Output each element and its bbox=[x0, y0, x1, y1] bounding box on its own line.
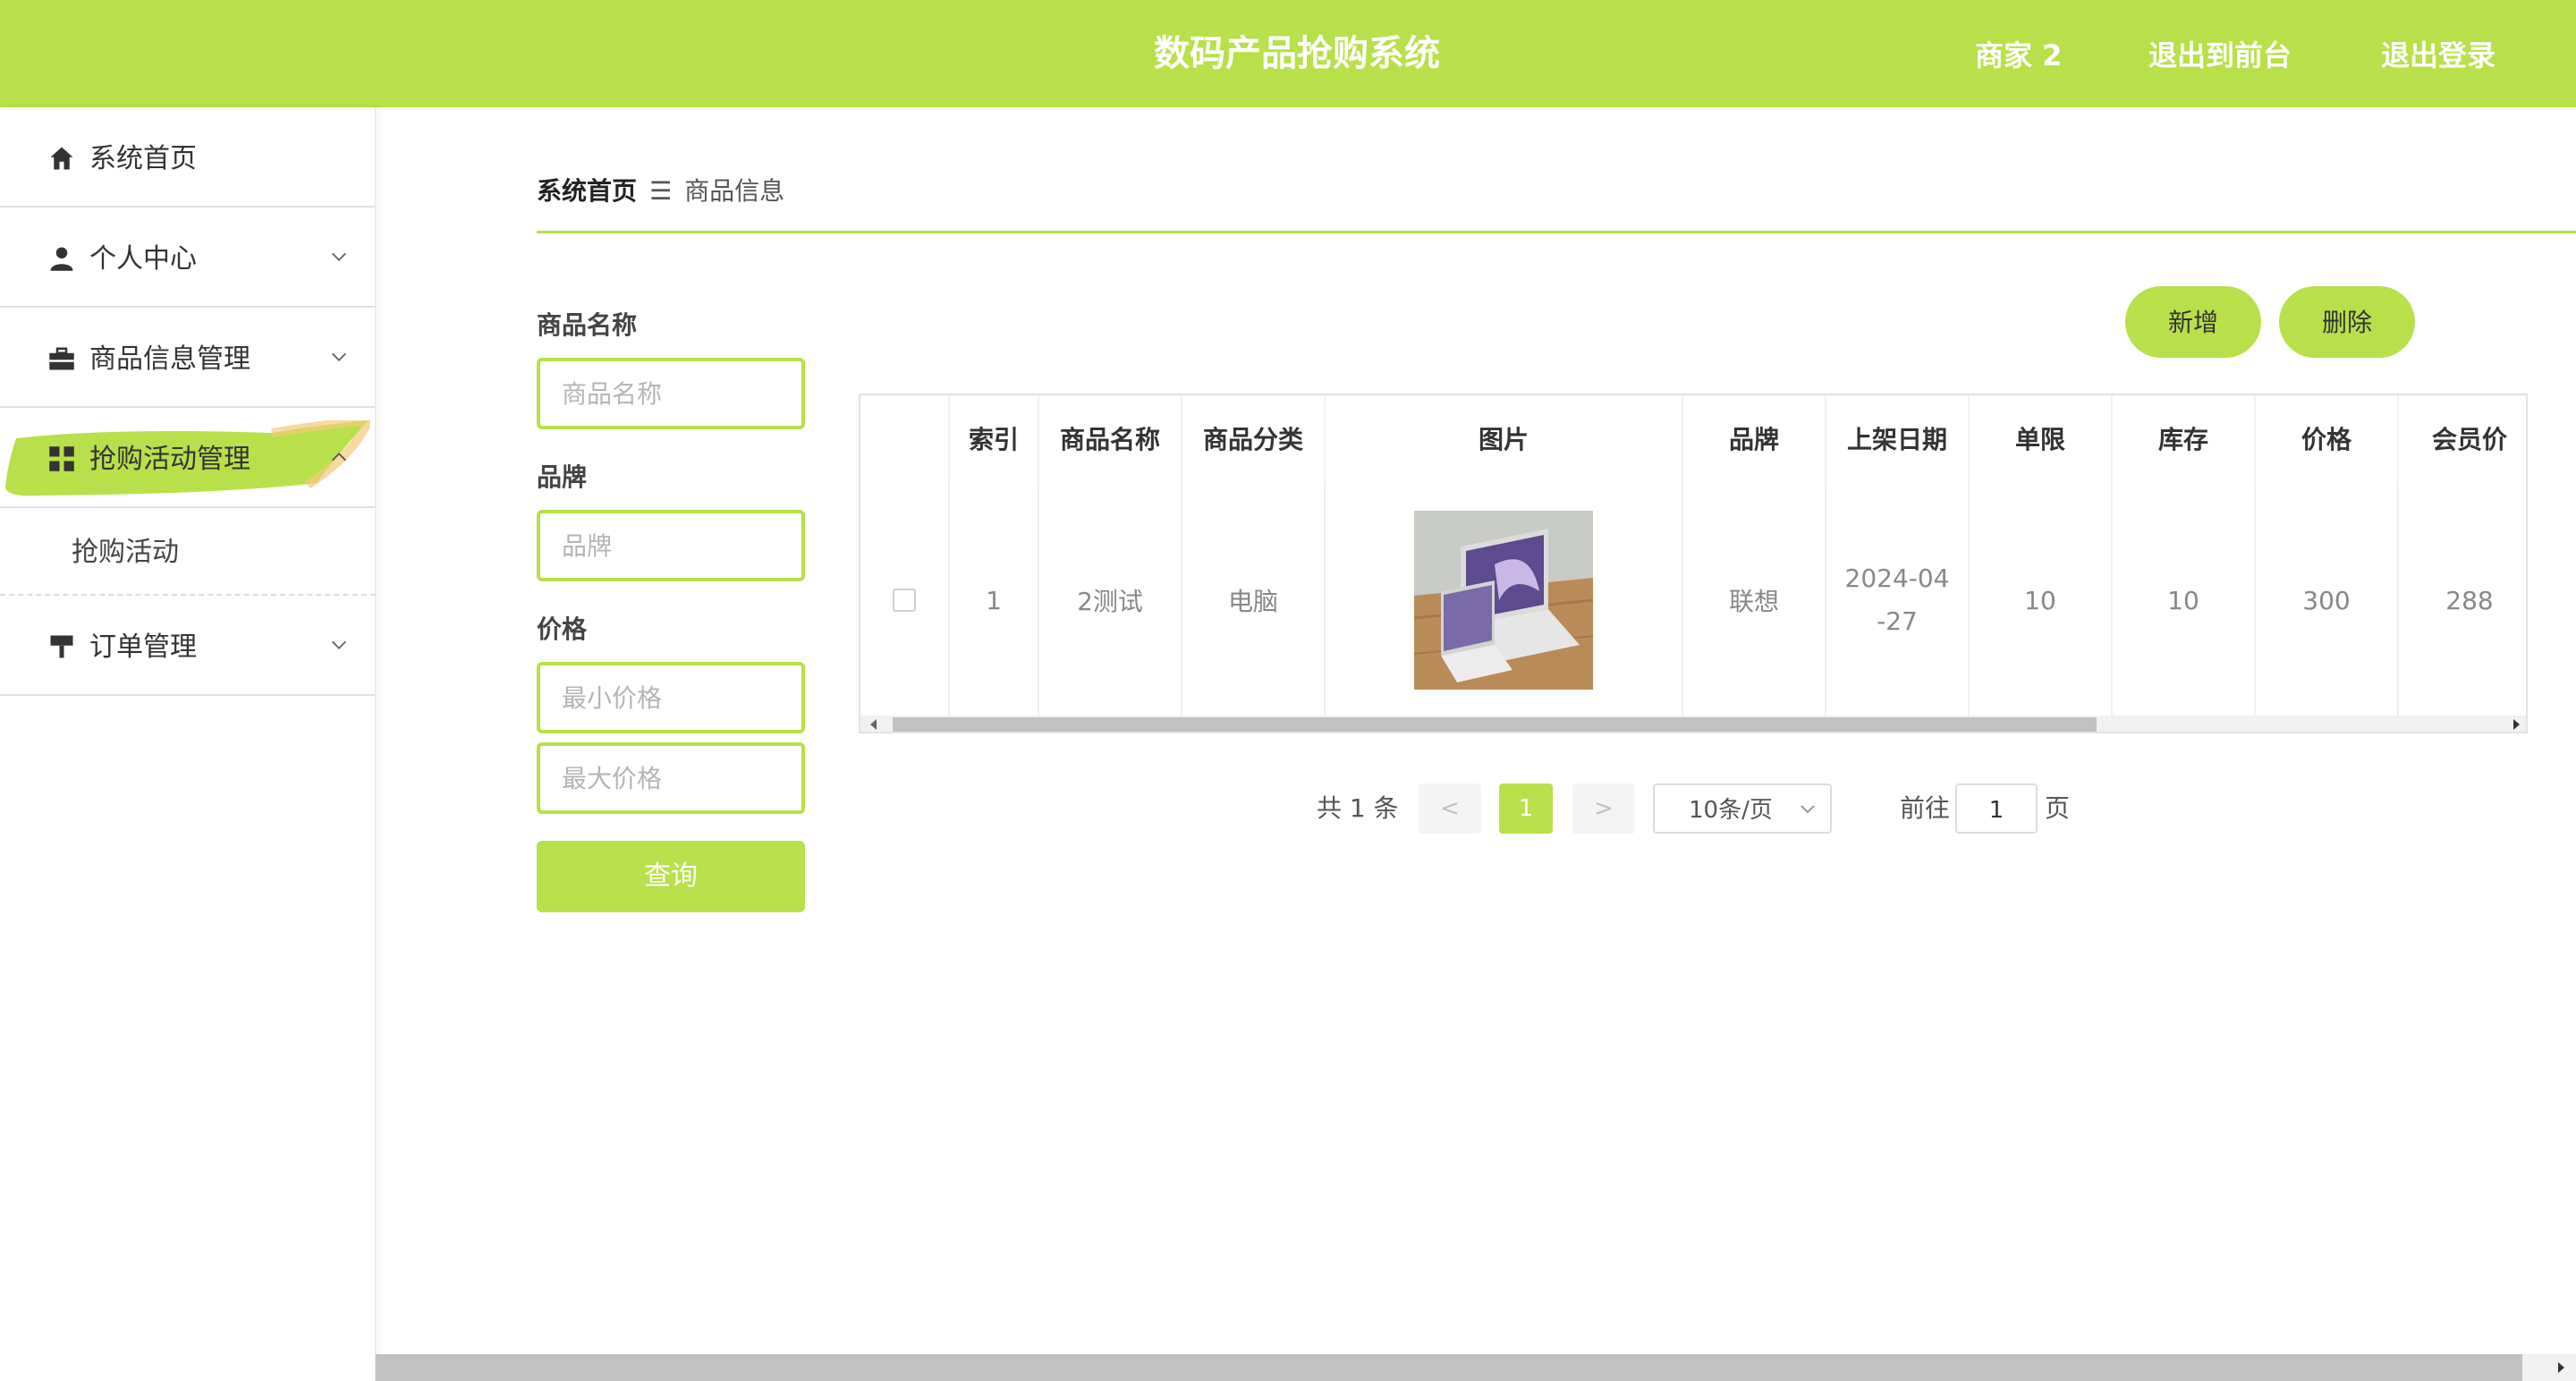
sidebar-item-home[interactable]: 系统首页 bbox=[0, 107, 376, 208]
exit-to-front-link[interactable]: 退出到前台 bbox=[2148, 0, 2292, 107]
product-name-label: 商品名称 bbox=[537, 310, 638, 340]
cell-image bbox=[1326, 483, 1683, 717]
date-line: 2024-04 bbox=[1844, 563, 1950, 593]
row-select-cell bbox=[860, 483, 950, 717]
product-name-input[interactable] bbox=[537, 358, 805, 429]
page-number-button[interactable]: 1 bbox=[1499, 784, 1553, 834]
cell-brand: 联想 bbox=[1683, 483, 1826, 717]
sidebar-item-personal[interactable]: 个人中心 bbox=[0, 208, 376, 308]
page-horizontal-scrollbar[interactable] bbox=[376, 1354, 2576, 1381]
cell-limit: 10 bbox=[1970, 483, 2113, 717]
select-all-cell bbox=[860, 395, 950, 483]
sidebar: 系统首页 个人中心 商品信息管理 抢购活动管理 抢购活动 订单管理 bbox=[0, 107, 376, 1381]
breadcrumb-current: 商品信息 bbox=[684, 176, 785, 206]
user-icon bbox=[50, 247, 73, 271]
goto-label: 前往 bbox=[1900, 793, 1951, 823]
chevron-up-icon bbox=[332, 453, 346, 462]
column-header: 商品分类 bbox=[1182, 395, 1326, 483]
briefcase-icon bbox=[49, 347, 74, 370]
product-table: 索引 商品名称 商品分类 图片 品牌 上架日期 单限 库存 价格 会员价 1 2… bbox=[859, 394, 2528, 733]
pagination-total: 共 1 条 bbox=[1317, 793, 1399, 823]
column-header: 单限 bbox=[1970, 395, 2113, 483]
stamp-icon bbox=[50, 635, 73, 658]
page-size-select[interactable]: 10条/页 bbox=[1653, 784, 1832, 834]
top-header: 数码产品抢购系统 商家 2 退出到前台 退出登录 bbox=[0, 0, 2576, 107]
brand-label: 品牌 bbox=[537, 462, 588, 492]
breadcrumb-home[interactable]: 系统首页 bbox=[537, 176, 637, 206]
cell-date: 2024-04 -27 bbox=[1826, 483, 1970, 717]
page-unit-label: 页 bbox=[2045, 793, 2071, 823]
table-scroll-thumb[interactable] bbox=[893, 717, 2097, 732]
sidebar-item-orders[interactable]: 订单管理 bbox=[0, 596, 376, 696]
cell-stock: 10 bbox=[2113, 483, 2256, 717]
chevron-down-icon bbox=[332, 640, 346, 649]
sidebar-item-label: 抢购活动管理 bbox=[89, 444, 250, 475]
chevron-down-icon bbox=[332, 252, 346, 261]
select-all-checkbox[interactable] bbox=[893, 429, 916, 453]
column-header: 品牌 bbox=[1683, 395, 1826, 483]
breadcrumb-divider bbox=[537, 231, 2576, 233]
sidebar-item-label: 商品信息管理 bbox=[89, 343, 250, 375]
grid-icon bbox=[49, 446, 74, 471]
cell-category: 电脑 bbox=[1182, 483, 1326, 717]
scroll-right-icon[interactable] bbox=[2555, 1360, 2567, 1375]
next-page-button[interactable]: > bbox=[1572, 784, 1635, 834]
cell-member-price: 288 bbox=[2399, 483, 2526, 717]
query-button[interactable]: 查询 bbox=[537, 841, 805, 912]
main-content: 系统首页 ☰ 商品信息 商品名称 品牌 价格 查询 新增 删除 索引 商品名称 商品… bbox=[376, 107, 2576, 1360]
sidebar-subitem-flash-sale[interactable]: 抢购活动 bbox=[0, 508, 376, 596]
cell-name: 2测试 bbox=[1039, 483, 1182, 717]
min-price-input[interactable] bbox=[537, 662, 805, 733]
row-checkbox[interactable] bbox=[893, 589, 916, 612]
table-horizontal-scrollbar[interactable] bbox=[860, 716, 2526, 732]
sidebar-item-label: 个人中心 bbox=[89, 243, 197, 275]
add-button[interactable]: 新增 bbox=[2125, 286, 2261, 358]
brand-input[interactable] bbox=[537, 510, 805, 581]
product-laptop-image[interactable] bbox=[1414, 511, 1593, 690]
home-icon bbox=[50, 147, 73, 170]
column-header: 会员价 bbox=[2399, 395, 2526, 483]
sidebar-item-flash-sale-management[interactable]: 抢购活动管理 bbox=[0, 408, 376, 508]
prev-page-button[interactable]: < bbox=[1419, 784, 1481, 834]
page-size-value: 10条/页 bbox=[1689, 797, 1773, 824]
breadcrumb: 系统首页 ☰ 商品信息 bbox=[537, 174, 784, 209]
column-header: 商品名称 bbox=[1039, 395, 1182, 483]
scroll-right-icon[interactable] bbox=[2510, 717, 2522, 732]
column-header: 索引 bbox=[950, 395, 1039, 483]
price-label: 价格 bbox=[537, 614, 588, 644]
goto-page-input[interactable]: 1 bbox=[1955, 784, 2038, 834]
max-price-input[interactable] bbox=[537, 742, 805, 814]
page-scroll-thumb[interactable] bbox=[376, 1354, 2522, 1381]
logout-link[interactable]: 退出登录 bbox=[2381, 0, 2496, 107]
sidebar-item-label: 抢购活动 bbox=[72, 537, 179, 568]
breadcrumb-separator-icon: ☰ bbox=[649, 176, 673, 206]
chevron-down-icon bbox=[1801, 805, 1815, 814]
merchant-user-link[interactable]: 商家 2 bbox=[1975, 0, 2062, 107]
chevron-down-icon bbox=[332, 352, 346, 361]
delete-button[interactable]: 删除 bbox=[2279, 286, 2415, 358]
scroll-left-icon[interactable] bbox=[868, 717, 880, 732]
column-header: 图片 bbox=[1326, 395, 1683, 483]
cell-index: 1 bbox=[950, 483, 1039, 717]
sidebar-item-product-management[interactable]: 商品信息管理 bbox=[0, 308, 376, 408]
column-header: 上架日期 bbox=[1826, 395, 1970, 483]
column-header: 价格 bbox=[2256, 395, 2399, 483]
cell-price: 300 bbox=[2256, 483, 2399, 717]
sidebar-item-label: 订单管理 bbox=[89, 631, 197, 663]
column-header: 库存 bbox=[2113, 395, 2256, 483]
date-line: -27 bbox=[1877, 606, 1918, 636]
sidebar-item-label: 系统首页 bbox=[89, 143, 197, 174]
